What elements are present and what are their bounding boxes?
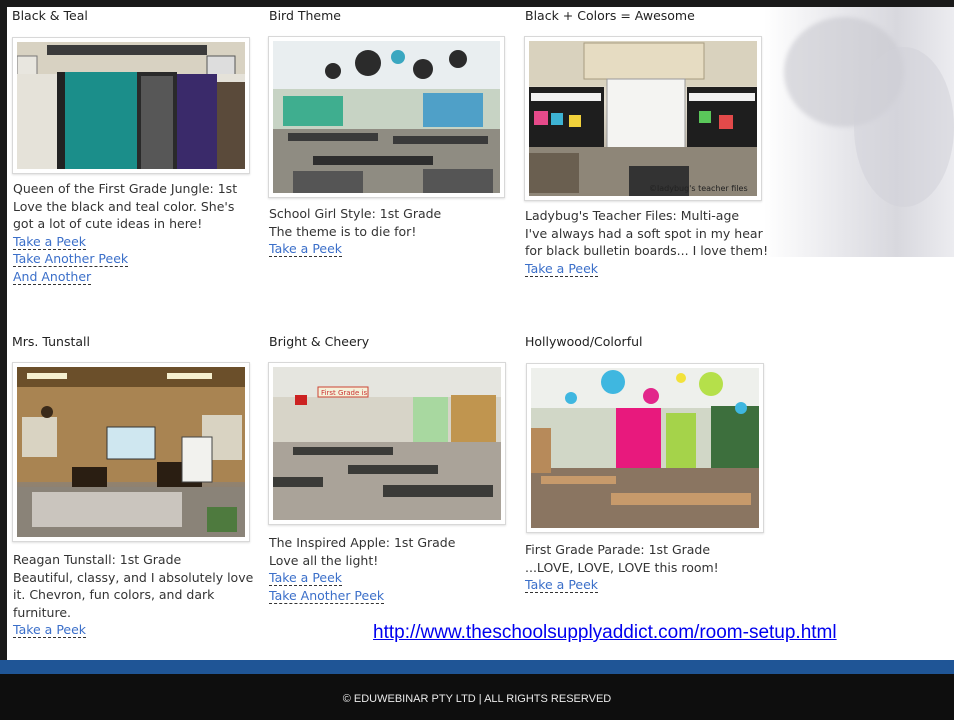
- description-line: for black bulletin boards... I love them…: [525, 243, 769, 258]
- description-line: got a lot of cute ideas in here!: [13, 216, 203, 231]
- description-line: School Girl Style: 1st Grade: [269, 206, 442, 221]
- take-a-peek-link[interactable]: Take a Peek: [13, 622, 87, 638]
- card-title: Hollywood/Colorful: [525, 334, 643, 349]
- description-line: Love the black and teal color. She's: [13, 198, 235, 214]
- take-a-peek-link[interactable]: Take a Peek: [525, 577, 599, 593]
- classroom-photo-hollywood-colorful[interactable]: [526, 363, 764, 533]
- description-line: furniture.: [13, 604, 71, 620]
- source-url-link[interactable]: http://www.theschoolsupplyaddict.com/roo…: [373, 622, 837, 644]
- description-line: First Grade Parade: 1st Grade: [525, 542, 711, 557]
- classroom-photo-bright-cheery[interactable]: First Grade is: [268, 362, 506, 525]
- and-another-link[interactable]: And Another: [13, 269, 92, 285]
- photo-caption: ©ladybug's teacher files: [649, 184, 748, 193]
- description-line: The Inspired Apple: 1st Grade: [269, 535, 456, 550]
- card-title: Bright & Cheery: [269, 334, 370, 349]
- card-description-mrs-tunstall: Reagan Tunstall: 1st Grade Beautiful, cl…: [13, 551, 258, 639]
- slide-top-border: [0, 0, 954, 7]
- background-photo: [764, 7, 954, 257]
- take-a-peek-link[interactable]: Take a Peek: [525, 261, 599, 277]
- classroom-photo-black-colors[interactable]: ©ladybug's teacher files: [524, 36, 762, 201]
- description-line: Love all the light!: [269, 552, 379, 568]
- card-bright-cheery: Bright & Cheery: [269, 334, 509, 350]
- card-description-bird-theme: School Girl Style: 1st Grade The theme i…: [269, 205, 514, 258]
- card-description-bright-cheery: The Inspired Apple: 1st Grade Love all t…: [269, 534, 514, 604]
- card-title: Black & Teal: [12, 8, 88, 23]
- classroom-photo-black-teal[interactable]: [12, 37, 250, 174]
- description-line: Ladybug's Teacher Files: Multi-age: [525, 208, 740, 223]
- description-line: Reagan Tunstall: 1st Grade: [13, 552, 182, 567]
- card-mrs-tunstall: Mrs. Tunstall: [12, 334, 252, 350]
- copyright-text: © EDUWEBINAR PTY LTD | ALL RIGHTS RESERV…: [342, 693, 612, 705]
- classroom-photo-mrs-tunstall[interactable]: [12, 362, 250, 542]
- take-a-peek-link[interactable]: Take a Peek: [269, 570, 343, 586]
- card-description-black-teal: Queen of the First Grade Jungle: 1st Lov…: [13, 180, 258, 285]
- take-another-peek-link[interactable]: Take Another Peek: [269, 588, 385, 604]
- take-another-peek-link[interactable]: Take Another Peek: [13, 251, 129, 267]
- take-a-peek-link[interactable]: Take a Peek: [13, 234, 87, 250]
- description-line: Beautiful, classy, and I absolutely love: [13, 569, 254, 585]
- slide-left-border: [0, 0, 7, 660]
- card-hollywood-colorful: Hollywood/Colorful: [525, 334, 765, 350]
- card-description-hollywood-colorful: First Grade Parade: 1st Grade ...LOVE, L…: [525, 541, 770, 594]
- card-title: Black + Colors = Awesome: [525, 8, 695, 23]
- card-bird-theme: Bird Theme: [269, 8, 509, 24]
- card-description-black-colors: Ladybug's Teacher Files: Multi-age I've …: [525, 207, 770, 277]
- description-line: ...LOVE, LOVE, LOVE this room!: [525, 559, 719, 575]
- description-line: The theme is to die for!: [269, 223, 417, 239]
- card-title: Bird Theme: [269, 8, 341, 23]
- description-line: I've always had a soft spot in my hear: [525, 225, 763, 241]
- card-title: Mrs. Tunstall: [12, 334, 90, 349]
- description-line: Queen of the First Grade Jungle: 1st: [13, 181, 238, 196]
- footer-accent-bar: [0, 660, 954, 674]
- description-line: it. Chevron, fun colors, and dark: [13, 587, 215, 602]
- classroom-photo-bird-theme[interactable]: [268, 36, 505, 198]
- photo-caption: First Grade is: [321, 389, 367, 397]
- card-black-teal: Black & Teal: [12, 8, 252, 24]
- copyright-footer: © EDUWEBINAR PTY LTD | ALL RIGHTS RESERV…: [0, 674, 954, 720]
- take-a-peek-link[interactable]: Take a Peek: [269, 241, 343, 257]
- card-black-colors: Black + Colors = Awesome: [525, 8, 765, 24]
